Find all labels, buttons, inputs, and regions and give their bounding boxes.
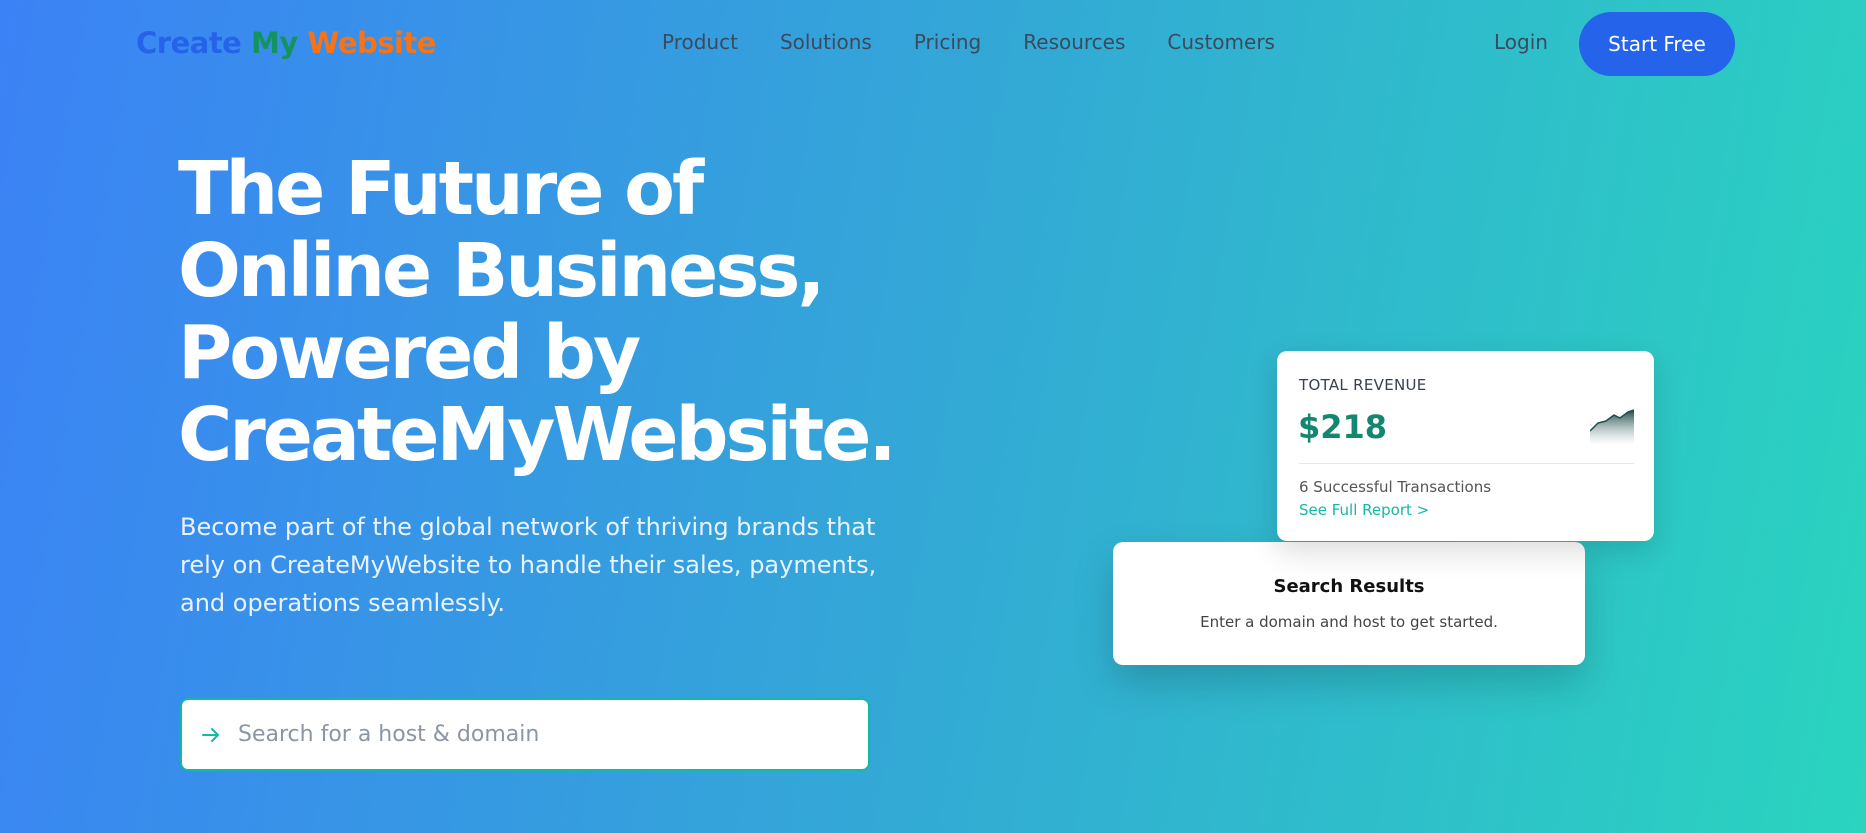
revenue-amount: $218 [1298, 408, 1388, 446]
search-results-message: Enter a domain and host to get started. [1200, 613, 1498, 631]
nav-link-product[interactable]: Product [662, 30, 738, 54]
nav-link-solutions[interactable]: Solutions [780, 30, 872, 54]
domain-search-box[interactable] [180, 698, 870, 771]
revenue-card: TOTAL REVENUE $218 6 Successful Transact… [1277, 351, 1654, 541]
hero-title-line: The Future of [178, 146, 704, 232]
nav-links: Product Solutions Pricing Resources Cust… [662, 30, 1317, 54]
nav-link-pricing[interactable]: Pricing [914, 30, 981, 54]
logo-word-my: My [250, 26, 298, 60]
brand-logo[interactable]: Create My Website [136, 26, 436, 60]
nav-link-resources[interactable]: Resources [1023, 30, 1125, 54]
hero-title-line: Powered by [178, 310, 641, 396]
trend-chart-icon [1590, 409, 1634, 445]
start-free-button[interactable]: Start Free [1579, 12, 1735, 76]
hero-title-line: Online Business, [178, 228, 826, 314]
hero-title: The Future of Online Business, Powered b… [178, 148, 938, 476]
domain-search-input[interactable] [238, 722, 798, 747]
full-report-link[interactable]: See Full Report > [1299, 501, 1429, 519]
arrow-right-icon [202, 727, 219, 742]
logo-word-website: Website [307, 26, 436, 60]
transactions-count: 6 Successful Transactions [1299, 478, 1492, 496]
search-results-card: Search Results Enter a domain and host t… [1113, 542, 1585, 665]
login-link[interactable]: Login [1494, 30, 1548, 54]
hero-subtitle: Become part of the global network of thr… [180, 513, 877, 617]
logo-word-create: Create [136, 26, 242, 60]
card-divider [1299, 463, 1634, 464]
search-results-title: Search Results [1273, 576, 1425, 597]
nav-link-customers[interactable]: Customers [1167, 30, 1275, 54]
top-navigation: Create My Website Product Solutions Pric… [0, 0, 1866, 90]
revenue-label: TOTAL REVENUE [1299, 376, 1427, 394]
hero-title-line: CreateMyWebsite. [178, 392, 897, 478]
